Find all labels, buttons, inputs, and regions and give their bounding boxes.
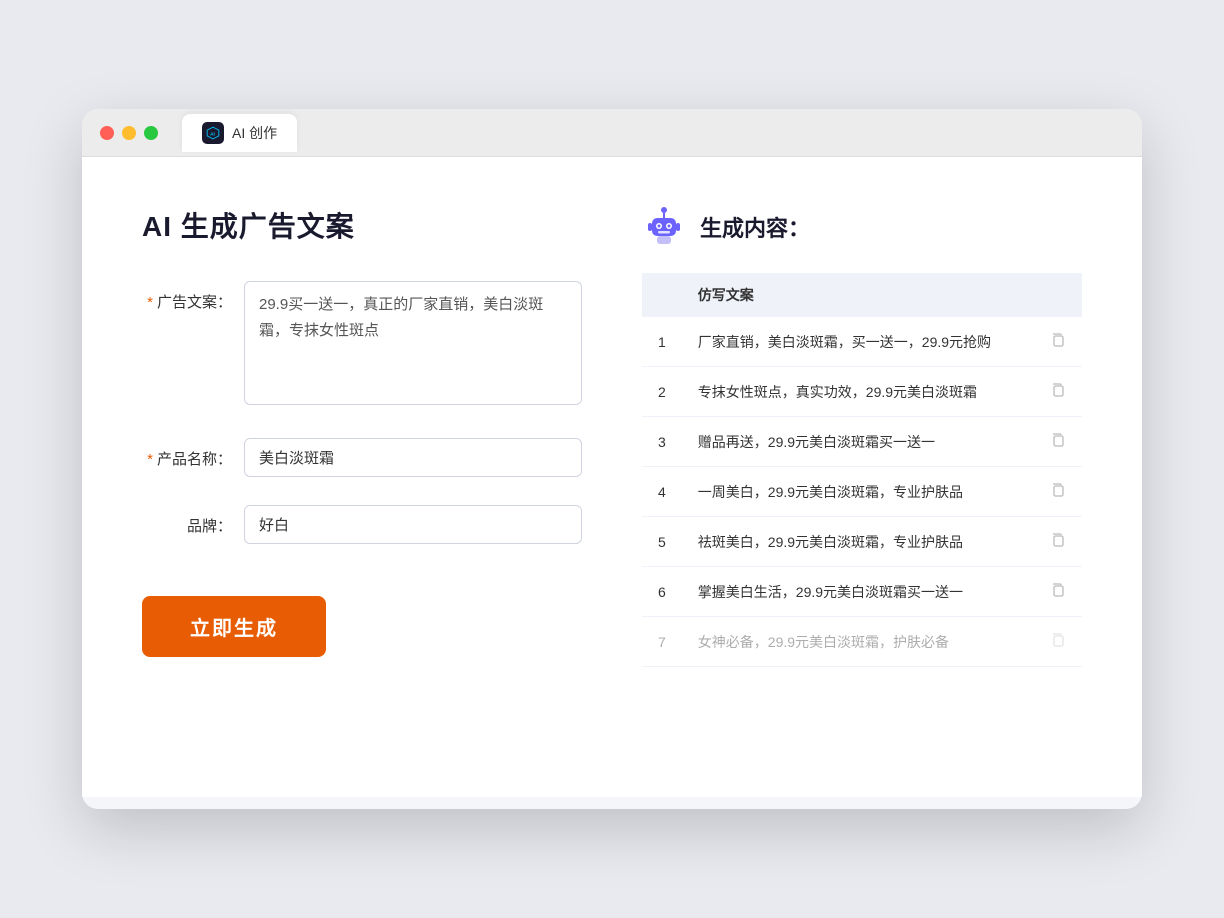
- copy-cell: [1034, 467, 1082, 517]
- copy-icon[interactable]: [1050, 434, 1066, 451]
- traffic-light-red[interactable]: [100, 126, 114, 140]
- brand-input[interactable]: [244, 505, 582, 544]
- col-copy-header: [1034, 273, 1082, 317]
- result-header: 生成内容：: [642, 205, 1082, 249]
- row-text: 女神必备，29.9元美白淡斑霜，护肤必备: [682, 617, 1034, 667]
- product-name-input[interactable]: [244, 438, 582, 477]
- generate-button[interactable]: 立即生成: [142, 596, 326, 657]
- table-row: 5祛斑美白，29.9元美白淡斑霜，专业护肤品: [642, 517, 1082, 567]
- table-row: 1厂家直销，美白淡斑霜，买一送一，29.9元抢购: [642, 317, 1082, 367]
- row-number: 1: [642, 317, 682, 367]
- traffic-light-yellow[interactable]: [122, 126, 136, 140]
- browser-content: AI 生成广告文案 *广告文案： 29.9买一送一，真正的厂家直销，美白淡斑霜，…: [82, 157, 1142, 797]
- ad-copy-label: *广告文案：: [142, 281, 232, 312]
- traffic-light-green[interactable]: [144, 126, 158, 140]
- row-text: 厂家直销，美白淡斑霜，买一送一，29.9元抢购: [682, 317, 1034, 367]
- row-text: 赠品再送，29.9元美白淡斑霜买一送一: [682, 417, 1034, 467]
- table-row: 2专抹女性斑点，真实功效，29.9元美白淡斑霜: [642, 367, 1082, 417]
- copy-cell: [1034, 567, 1082, 617]
- page-title: AI 生成广告文案: [142, 205, 582, 245]
- row-text: 掌握美白生活，29.9元美白淡斑霜买一送一: [682, 567, 1034, 617]
- browser-window: AI AI 创作 AI 生成广告文案 *广告文案： 29.9买一送一，真正的厂家…: [82, 109, 1142, 809]
- table-header-row: 仿写文案: [642, 273, 1082, 317]
- robot-icon: [642, 205, 686, 249]
- row-number: 7: [642, 617, 682, 667]
- col-text-header: 仿写文案: [682, 273, 1034, 317]
- product-name-input-wrap: [244, 438, 582, 477]
- form-group-brand: 品牌：: [142, 505, 582, 544]
- copy-icon[interactable]: [1050, 484, 1066, 501]
- right-panel: 生成内容： 仿写文案 1厂家直销，美白淡斑霜，买一送一，29.9元抢购 2专抹女…: [642, 205, 1082, 749]
- row-number: 3: [642, 417, 682, 467]
- result-table: 仿写文案 1厂家直销，美白淡斑霜，买一送一，29.9元抢购 2专抹女性斑点，真实…: [642, 273, 1082, 667]
- form-group-ad-copy: *广告文案： 29.9买一送一，真正的厂家直销，美白淡斑霜，专抹女性斑点: [142, 281, 582, 410]
- required-star-product: *: [147, 451, 153, 468]
- table-row: 7女神必备，29.9元美白淡斑霜，护肤必备: [642, 617, 1082, 667]
- table-row: 3赠品再送，29.9元美白淡斑霜买一送一: [642, 417, 1082, 467]
- copy-icon[interactable]: [1050, 584, 1066, 601]
- svg-text:AI: AI: [210, 131, 215, 136]
- copy-cell: [1034, 617, 1082, 667]
- copy-cell: [1034, 317, 1082, 367]
- copy-cell: [1034, 517, 1082, 567]
- ad-copy-textarea[interactable]: 29.9买一送一，真正的厂家直销，美白淡斑霜，专抹女性斑点: [244, 281, 582, 405]
- row-number: 2: [642, 367, 682, 417]
- row-text: 专抹女性斑点，真实功效，29.9元美白淡斑霜: [682, 367, 1034, 417]
- browser-titlebar: AI AI 创作: [82, 109, 1142, 157]
- copy-icon[interactable]: [1050, 384, 1066, 401]
- copy-cell: [1034, 367, 1082, 417]
- table-row: 6掌握美白生活，29.9元美白淡斑霜买一送一: [642, 567, 1082, 617]
- product-name-label: *产品名称：: [142, 438, 232, 469]
- ad-copy-input-wrap: 29.9买一送一，真正的厂家直销，美白淡斑霜，专抹女性斑点: [244, 281, 582, 410]
- row-number: 5: [642, 517, 682, 567]
- copy-icon[interactable]: [1050, 534, 1066, 551]
- traffic-lights: [100, 126, 158, 140]
- copy-icon[interactable]: [1050, 634, 1066, 651]
- form-group-product-name: *产品名称：: [142, 438, 582, 477]
- tab-ai-icon: AI: [202, 122, 224, 144]
- left-panel: AI 生成广告文案 *广告文案： 29.9买一送一，真正的厂家直销，美白淡斑霜，…: [142, 205, 582, 749]
- result-title: 生成内容：: [700, 211, 810, 243]
- tab-label: AI 创作: [232, 123, 277, 143]
- tab-ai-create[interactable]: AI AI 创作: [182, 114, 297, 152]
- row-number: 4: [642, 467, 682, 517]
- row-text: 祛斑美白，29.9元美白淡斑霜，专业护肤品: [682, 517, 1034, 567]
- brand-input-wrap: [244, 505, 582, 544]
- table-row: 4一周美白，29.9元美白淡斑霜，专业护肤品: [642, 467, 1082, 517]
- required-star-ad: *: [147, 294, 153, 311]
- col-num-header: [642, 273, 682, 317]
- copy-cell: [1034, 417, 1082, 467]
- row-number: 6: [642, 567, 682, 617]
- copy-icon[interactable]: [1050, 334, 1066, 351]
- row-text: 一周美白，29.9元美白淡斑霜，专业护肤品: [682, 467, 1034, 517]
- brand-label: 品牌：: [142, 505, 232, 536]
